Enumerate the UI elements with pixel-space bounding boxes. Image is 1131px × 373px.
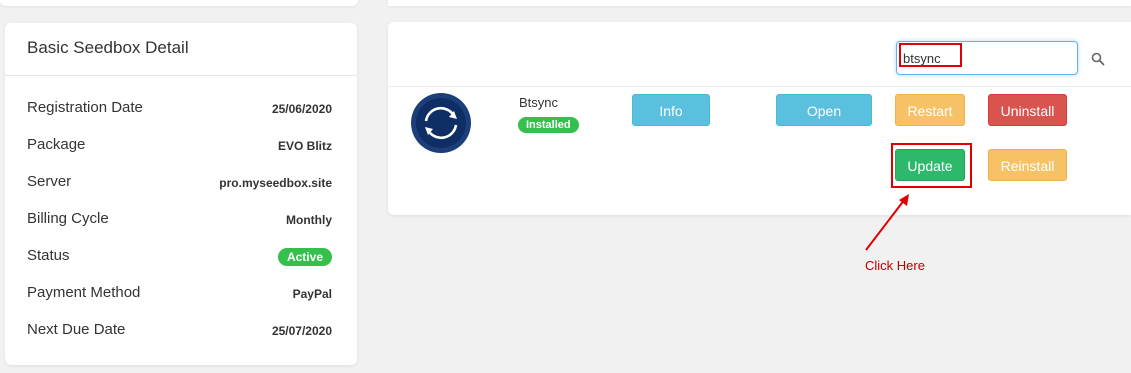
detail-row-billing-cycle: Billing Cycle Monthly [27,210,332,232]
detail-value: 25/06/2020 [271,102,332,116]
detail-row-package: Package EVO Blitz [27,136,332,158]
card-divider [5,75,357,76]
search-icon[interactable] [1091,52,1105,66]
top-card-edge-right [388,0,1131,6]
seedbox-detail-card: Basic Seedbox Detail Registration Date 2… [5,23,357,365]
update-highlight-box [891,143,972,188]
btsync-logo-icon [410,92,472,154]
detail-label: Status [27,247,70,264]
uninstall-button[interactable]: Uninstall [988,94,1067,126]
click-here-annotation: Click Here [865,258,925,273]
card-title: Basic Seedbox Detail [27,38,189,57]
detail-label: Billing Cycle [27,210,109,227]
detail-value: pro.myseedbox.site [219,176,332,190]
reinstall-button[interactable]: Reinstall [988,149,1067,181]
detail-label: Package [27,136,86,153]
detail-value: EVO Blitz [277,139,332,153]
open-button[interactable]: Open [776,94,872,126]
detail-value: PayPal [292,287,332,301]
status-badge: Active [277,248,332,266]
detail-value: Monthly [286,213,332,227]
detail-label: Payment Method [27,284,141,301]
detail-row-registration-date: Registration Date 25/06/2020 [27,99,332,121]
apps-divider [388,86,1131,87]
detail-row-status: Status Active [27,247,332,269]
detail-label: Server [27,173,72,190]
restart-button[interactable]: Restart [895,94,965,126]
app-name: Btsync [519,95,559,110]
installed-badge: Installed [518,117,579,133]
top-card-edge-left [0,0,358,6]
detail-row-next-due-date: Next Due Date 25/07/2020 [27,321,332,343]
arrow-icon [860,190,920,260]
info-button[interactable]: Info [632,94,710,126]
detail-label: Next Due Date [27,321,126,338]
detail-label: Registration Date [27,99,143,116]
search-highlight-box [899,43,962,67]
detail-row-payment-method: Payment Method PayPal [27,284,332,306]
apps-card: Btsync Installed Info Open Restart Unins… [388,22,1131,215]
detail-row-server: Server pro.myseedbox.site [27,173,332,195]
detail-value: 25/07/2020 [271,324,332,338]
